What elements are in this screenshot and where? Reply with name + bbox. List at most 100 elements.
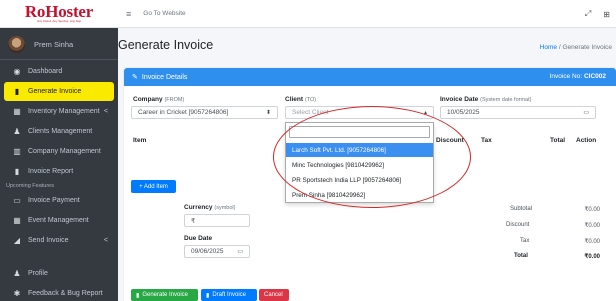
client-label-text: Client [285,96,304,103]
client-option[interactable]: Minc Technologies [9810429962] [286,158,433,172]
menu-icon[interactable]: ≡ [126,9,131,19]
invoice-date-label-sub: (System date format) [480,97,532,103]
dashboard-icon: ◉ [13,67,21,76]
user-name: Prem Sinha [34,40,74,49]
breadcrumb-separator: / [558,44,561,51]
calendar-icon: ▦ [13,216,21,225]
table-header-tax: Tax [481,137,492,144]
page-title: Generate Invoice [118,38,213,52]
invoice-number: Invoice No: CIC002 [550,73,606,80]
calendar-icon: ▭ [237,249,243,255]
client-label-sub: (TO) [304,97,317,103]
tax-total-label: Tax [520,238,530,244]
sidebar-item-send-invoice[interactable]: ◢ Send Invoice < [4,231,114,250]
generate-invoice-label: Generate Invoice [142,292,189,298]
breadcrumb-home[interactable]: Home [540,44,557,51]
client-search-input[interactable] [289,126,430,138]
currency-input[interactable]: ₹ [184,214,250,227]
client-option[interactable]: PR Sportstech India LLP [9057264806] [286,173,433,187]
sidebar-item-label: Dashboard [28,68,63,75]
topbar-actions: ⤢ ⊞ [585,0,610,28]
users-icon: ♟ [13,127,21,136]
invoice-number-value: CIC002 [583,73,606,80]
currency-label-text: Currency [184,204,213,211]
select-arrows-icon: ⬍ [265,110,271,116]
subtotal-value: ₹0.00 [584,207,601,213]
grid-icon[interactable]: ⊞ [603,10,610,19]
sidebar-item-label: Clients Management [28,128,93,135]
invoice-number-label: Invoice No: [549,73,583,80]
building-icon: ▥ [13,147,21,156]
draft-invoice-button[interactable]: ▮ Draft Invoice [201,289,257,301]
card-icon: ▭ [13,196,21,205]
discount-total-value: ₹0.00 [584,223,601,229]
due-date-input[interactable]: 09/06/2025 ▭ [184,245,250,258]
sidebar-item-dashboard[interactable]: ◉ Dashboard [4,62,114,81]
company-select-value: Career in Cricket [9057264806] [138,109,229,116]
chevron-up-icon: ▴ [423,110,427,116]
sidebar-item-label: Invoice Report [28,168,74,175]
client-option[interactable]: Prem Sinha [9810429962] [286,188,433,202]
table-header-total: Total [550,137,566,144]
bug-icon: ✱ [13,289,21,298]
file-icon: ▮ [206,292,210,299]
table-header-action: Action [576,137,597,144]
sidebar-item-profile[interactable]: ♟ Profile [4,264,114,283]
brand-logo[interactable]: RoHoster Any Cloud, Any Service, Any App [0,0,118,28]
sidebar-item-invoice-payment[interactable]: ▭ Invoice Payment [4,191,114,210]
send-icon: ◢ [13,236,21,245]
brand-tagline: Any Cloud, Any Service, Any App [36,19,82,23]
currency-label-sub: (symbol) [214,205,236,211]
client-label: Client (TO) [285,96,316,103]
sidebar-bottom: ♟ Profile ✱ Feedback & Bug Report [0,264,118,301]
card-title: Invoice Details [141,73,188,81]
avatar [8,36,25,53]
sidebar-item-invoice-report[interactable]: ▮ Invoice Report [4,162,114,181]
invoice-date-label-text: Invoice Date [440,96,479,103]
user-icon: ♟ [13,269,21,278]
sidebar-item-label: Invoice Payment [28,197,80,204]
invoice-date-label: Invoice Date (System date format) [440,96,531,103]
sidebar-item-label: Inventory Management [28,108,100,115]
company-select[interactable]: Career in Cricket [9057264806] ⬍ [131,106,278,119]
go-to-website-link[interactable]: Go To Website [143,10,185,17]
sidebar-item-clients-management[interactable]: ♟ Clients Management [4,122,114,141]
due-date-label-text: Due Date [184,235,213,242]
generate-invoice-button[interactable]: ▮ Generate Invoice [131,289,198,301]
sidebar-item-label: Event Management [28,217,89,224]
invoice-date-input[interactable]: 10/05/2025 ▭ [440,106,596,119]
grand-total-label: Total [514,253,528,259]
sidebar: RoHoster Any Cloud, Any Service, Any App… [0,0,118,301]
client-dropdown: Larch Soft Pvt. Ltd. [9057264806] Minc T… [285,122,434,203]
client-select[interactable]: Select Client ▴ [285,106,434,119]
calendar-icon: ▭ [583,110,589,116]
sidebar-item-generate-invoice[interactable]: ▮ Generate Invoice [4,82,114,101]
sidebar-item-label: Profile [28,270,48,277]
draft-invoice-label: Draft Invoice [212,292,246,298]
sidebar-item-inventory-management[interactable]: ▦ Inventory Management < [4,102,114,121]
tax-total-value: ₹0.00 [584,239,601,245]
topbar: ≡ Go To Website ⤢ ⊞ [118,0,616,28]
invoice-date-value: 10/05/2025 [447,109,480,116]
pen-icon: ✎ [132,74,138,81]
company-label-text: Company [133,96,163,103]
sidebar-item-event-management[interactable]: ▦ Event Management [4,211,114,230]
due-date-label: Due Date [184,235,212,242]
chevron-left-icon: < [103,237,108,244]
cancel-button[interactable]: Cancel [259,289,289,301]
add-item-button[interactable]: + Add Item [131,180,176,193]
user-panel[interactable]: Prem Sinha [0,30,118,60]
brand-name: RoHoster [24,2,94,21]
currency-value: ₹ [191,217,196,225]
page-title-text: Generate Invoice [118,38,214,52]
sidebar-item-company-management[interactable]: ▥ Company Management [4,142,114,161]
sidebar-item-feedback[interactable]: ✱ Feedback & Bug Report [4,284,114,301]
file-icon: ▮ [14,167,20,176]
client-option[interactable]: Larch Soft Pvt. Ltd. [9057264806] [286,143,433,157]
file-icon: ▮ [14,87,20,96]
fullscreen-icon[interactable]: ⤢ [585,9,591,19]
sidebar-item-label: Company Management [28,148,101,155]
company-label-sub: (FROM) [164,97,185,103]
discount-total-label: Discount [506,222,530,228]
breadcrumb-current: Generate Invoice [562,44,612,51]
